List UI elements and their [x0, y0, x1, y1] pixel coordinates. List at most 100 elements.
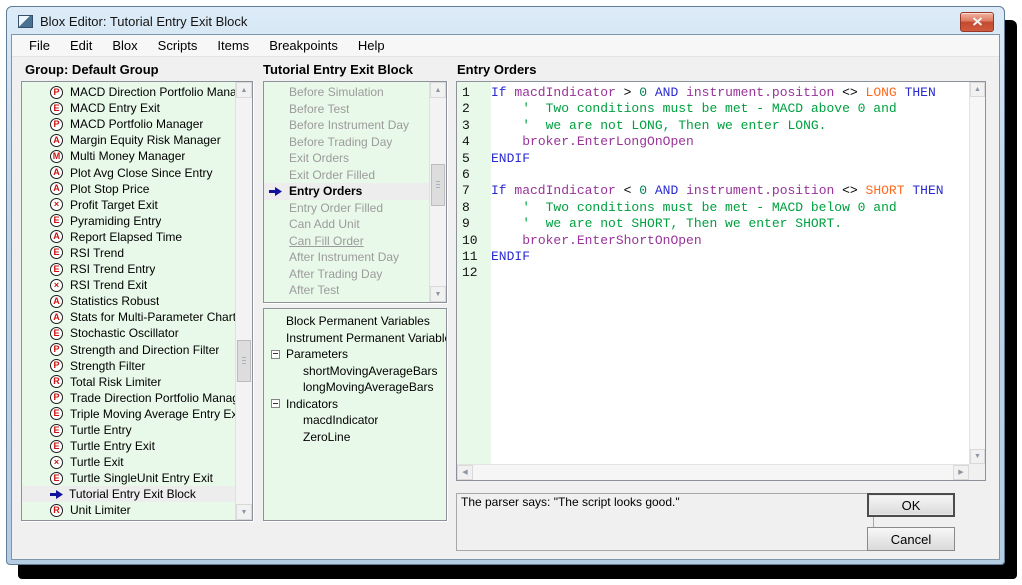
tree-item[interactable]: Parameters — [264, 346, 446, 363]
code-line[interactable]: 8 ' Two conditions must be met - MACD be… — [457, 200, 969, 216]
block-label: Triple Moving Average Entry Exit — [70, 407, 235, 421]
block-type-icon: A — [50, 295, 63, 308]
script-list-item[interactable]: Entry Order Filled — [264, 200, 429, 217]
editor-horizontal-scrollbar[interactable]: ◀ ▶ — [457, 464, 969, 480]
script-list-item[interactable]: Exit Order Filled — [264, 167, 429, 184]
scroll-up-button[interactable]: ▲ — [236, 82, 252, 98]
tree-item[interactable]: ZeroLine — [264, 429, 446, 446]
code-editor[interactable]: 1If macdIndicator > 0 AND instrument.pos… — [456, 81, 986, 481]
script-list-item[interactable]: Exit Orders — [264, 150, 429, 167]
cancel-button[interactable]: Cancel — [867, 527, 955, 551]
block-list-item[interactable]: PMACD Portfolio Manager — [22, 116, 235, 132]
code-line[interactable]: 4 broker.EnterLongOnOpen — [457, 134, 969, 150]
scroll-up-button[interactable]: ▲ — [430, 82, 446, 98]
block-list-item[interactable]: AStatistics Robust — [22, 293, 235, 309]
block-list-item[interactable]: ×Profit Target Exit — [22, 197, 235, 213]
close-button[interactable] — [960, 12, 994, 32]
scroll-down-button[interactable]: ▼ — [236, 504, 252, 520]
block-list-item[interactable]: Tutorial Entry Exit Block — [22, 486, 235, 502]
tree-item[interactable]: macdIndicator — [264, 412, 446, 429]
block-list-item[interactable]: APlot Avg Close Since Entry — [22, 164, 235, 180]
block-list-item[interactable]: PTrade Direction Portfolio Manager — [22, 390, 235, 406]
title-bar[interactable]: Blox Editor: Tutorial Entry Exit Block — [11, 10, 1000, 33]
script-list-item[interactable]: Before Test — [264, 101, 429, 118]
block-list-item[interactable]: PStrength and Direction Filter — [22, 342, 235, 358]
menu-blox[interactable]: Blox — [102, 36, 147, 55]
script-list-item[interactable]: Can Fill Order — [264, 233, 429, 250]
code-line[interactable]: 7If macdIndicator < 0 AND instrument.pos… — [457, 183, 969, 199]
block-list-item[interactable]: ETurtle SingleUnit Entry Exit — [22, 470, 235, 486]
block-label: Unit Limiter — [70, 503, 131, 517]
block-list-item[interactable]: AMargin Equity Risk Manager — [22, 132, 235, 148]
menu-items[interactable]: Items — [207, 36, 259, 55]
script-list-item[interactable]: Before Trading Day — [264, 134, 429, 151]
block-list-item[interactable]: E Stochastic Oscillator — [22, 325, 235, 341]
code-line[interactable]: 2 ' Two conditions must be met - MACD ab… — [457, 101, 969, 117]
block-label: Stochastic Oscillator — [70, 326, 179, 340]
scroll-down-button[interactable]: ▼ — [430, 286, 446, 302]
script-list-item[interactable]: Can Add Unit — [264, 216, 429, 233]
script-list-item[interactable]: Before Instrument Day — [264, 117, 429, 134]
tree-label: longMovingAverageBars — [303, 380, 434, 394]
block-list-item[interactable]: EPyramiding Entry — [22, 213, 235, 229]
code-line[interactable]: 10 broker.EnterShortOnOpen — [457, 233, 969, 249]
block-list-item[interactable]: APlot Stop Price — [22, 181, 235, 197]
tree-item[interactable]: shortMovingAverageBars — [264, 363, 446, 380]
code-line[interactable]: 11ENDIF — [457, 249, 969, 265]
block-type-icon: E — [50, 327, 63, 340]
code-line[interactable]: 6 — [457, 167, 969, 183]
block-list-item[interactable]: RUnit Limiter — [22, 502, 235, 518]
code-line[interactable]: 12 — [457, 265, 969, 281]
line-number: 7 — [457, 183, 491, 199]
script-list-item[interactable]: After Trading Day — [264, 266, 429, 283]
code-line[interactable]: 9 ' we are not SHORT, Then we enter SHOR… — [457, 216, 969, 232]
scripts-list-scrollbar[interactable]: ▲ ▼ — [429, 82, 446, 302]
block-list-item[interactable]: RTotal Risk Limiter — [22, 374, 235, 390]
block-list-item[interactable]: ETriple Moving Average Entry Exit — [22, 406, 235, 422]
scroll-thumb[interactable] — [237, 340, 251, 382]
block-list-item[interactable]: ETurtle Entry Exit — [22, 438, 235, 454]
script-list-item[interactable]: After Test — [264, 282, 429, 299]
block-type-icon: E — [50, 424, 63, 437]
block-list-item[interactable]: ETurtle Entry — [22, 422, 235, 438]
scroll-thumb[interactable] — [431, 164, 445, 206]
menu-breakpoints[interactable]: Breakpoints — [259, 36, 348, 55]
block-type-icon: × — [50, 279, 63, 292]
script-label: Before Instrument Day — [289, 118, 409, 132]
block-list-item[interactable]: ×RSI Trend Exit — [22, 277, 235, 293]
block-list-item[interactable]: AStats for Multi-Parameter Charts — [22, 309, 235, 325]
ok-button[interactable]: OK — [867, 493, 955, 517]
tree-item[interactable]: Indicators — [264, 396, 446, 413]
scroll-right-button[interactable]: ▶ — [953, 465, 969, 480]
tree-item[interactable]: Block Permanent Variables — [264, 313, 446, 330]
scroll-up-button[interactable]: ▲ — [970, 82, 985, 97]
block-list-item[interactable]: ×Turtle Exit — [22, 454, 235, 470]
block-list-item[interactable]: ERSI Trend Entry — [22, 261, 235, 277]
script-list-item[interactable]: Entry Orders — [264, 183, 429, 200]
scripts-panel-header: Tutorial Entry Exit Block — [263, 62, 413, 77]
code-line[interactable]: 5ENDIF — [457, 151, 969, 167]
menu-edit[interactable]: Edit — [60, 36, 102, 55]
menu-file[interactable]: File — [19, 36, 60, 55]
block-list-scrollbar[interactable]: ▲ ▼ — [235, 82, 252, 520]
script-list-item[interactable]: After Instrument Day — [264, 249, 429, 266]
tree-item[interactable]: Instrument Permanent Variables — [264, 330, 446, 347]
items-tree: Block Permanent VariablesInstrument Perm… — [263, 308, 447, 521]
tree-item[interactable]: longMovingAverageBars — [264, 379, 446, 396]
block-list-item[interactable]: EMACD Entry Exit — [22, 100, 235, 116]
block-list-item[interactable]: MMulti Money Manager — [22, 148, 235, 164]
block-list-item[interactable]: AReport Elapsed Time — [22, 229, 235, 245]
editor-vertical-scrollbar[interactable]: ▲ ▼ — [969, 82, 985, 464]
scroll-down-button[interactable]: ▼ — [970, 449, 985, 464]
scroll-left-button[interactable]: ◀ — [457, 465, 473, 480]
menu-scripts[interactable]: Scripts — [148, 36, 208, 55]
block-list-item[interactable]: PStrength Filter — [22, 358, 235, 374]
collapse-expander-icon[interactable] — [271, 399, 280, 408]
collapse-expander-icon[interactable] — [271, 350, 280, 359]
block-list-item[interactable]: PMACD Direction Portfolio Manager — [22, 84, 235, 100]
block-list-item[interactable]: ERSI Trend — [22, 245, 235, 261]
code-line[interactable]: 1If macdIndicator > 0 AND instrument.pos… — [457, 85, 969, 101]
code-line[interactable]: 3 ' we are not LONG, Then we enter LONG. — [457, 118, 969, 134]
script-list-item[interactable]: Before Simulation — [264, 84, 429, 101]
menu-help[interactable]: Help — [348, 36, 395, 55]
